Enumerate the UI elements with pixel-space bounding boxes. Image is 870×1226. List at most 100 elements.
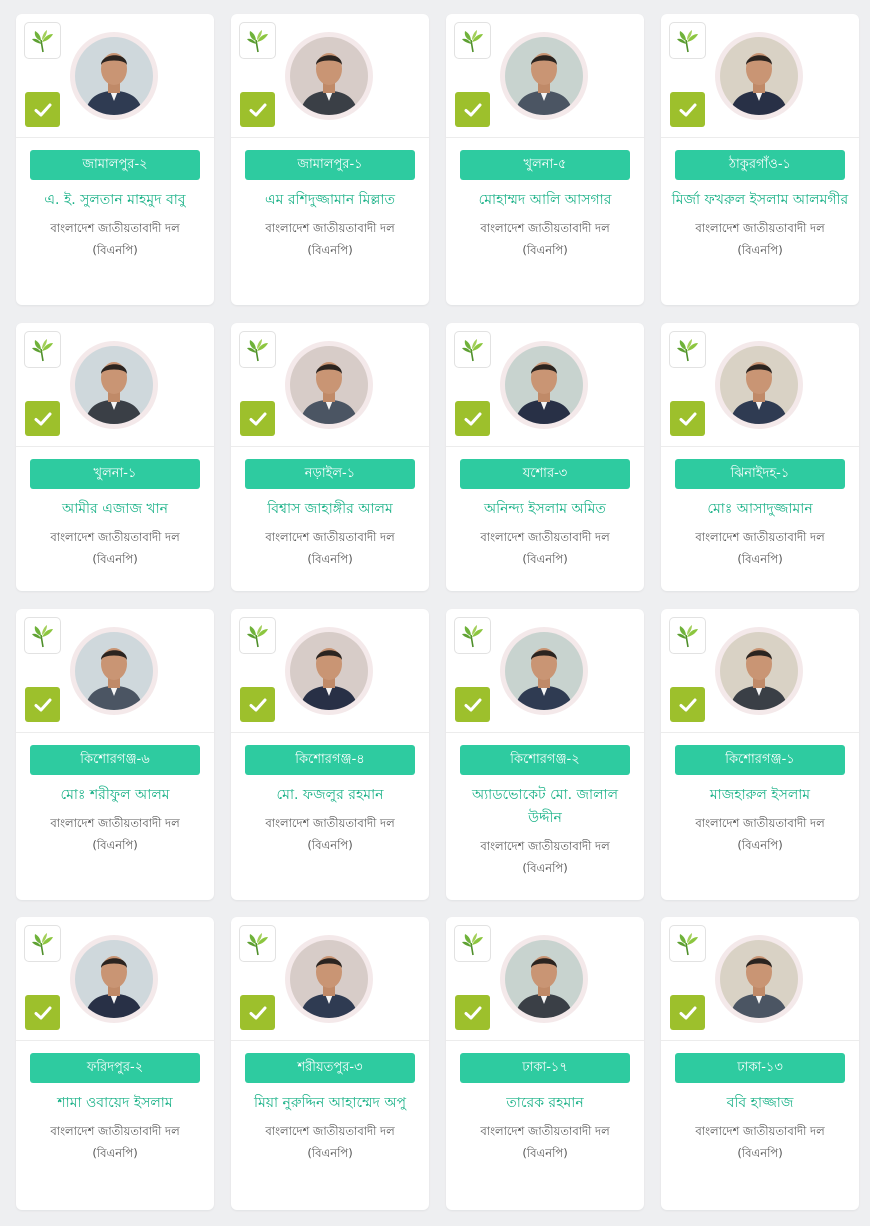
candidate-name[interactable]: অ্যাডভোকেট মো. জালাল উদ্দীন — [456, 784, 634, 830]
candidate-name[interactable]: মোঃ আসাদুজ্জামান — [671, 498, 849, 521]
constituency-label[interactable]: ঢাকা-১৭ — [460, 1053, 630, 1083]
candidate-card[interactable]: কিশোরগঞ্জ-১ মাজহারুল ইসলাম বাংলাদেশ জাতী… — [661, 609, 859, 900]
constituency-label[interactable]: কিশোরগঞ্জ-৬ — [30, 745, 200, 775]
candidate-name[interactable]: মোঃ শরীফুল আলম — [26, 784, 204, 807]
check-icon — [455, 92, 490, 127]
candidate-name[interactable]: মির্জা ফখরুল ইসলাম আলমগীর — [671, 189, 849, 212]
party-name: বাংলাদেশ জাতীয়তাবাদী দল (বিএনপি) — [695, 530, 825, 566]
constituency-label[interactable]: খুলনা-৫ — [460, 150, 630, 180]
party-name: বাংলাদেশ জাতীয়তাবাদী দল (বিএনপি) — [480, 1124, 610, 1160]
candidate-name[interactable]: তারেক রহমান — [456, 1092, 634, 1115]
candidate-card[interactable]: কিশোরগঞ্জ-৬ মোঃ শরীফুল আলম বাংলাদেশ জাতী… — [16, 609, 214, 900]
candidate-name[interactable]: মোহাম্মদ আলি আসগার — [456, 189, 634, 212]
check-icon — [670, 92, 705, 127]
candidate-card[interactable]: জামালপুর-১ এম রশিদুজ্জামান মিল্লাত বাংলা… — [231, 14, 429, 305]
paddy-sheaf-icon — [454, 22, 491, 59]
check-icon — [240, 401, 275, 436]
candidate-card[interactable]: কিশোরগঞ্জ-২ অ্যাডভোকেট মো. জালাল উদ্দীন … — [446, 609, 644, 900]
check-icon — [670, 995, 705, 1030]
candidate-card[interactable]: যশোর-৩ অনিন্দ্য ইসলাম অমিত বাংলাদেশ জাতী… — [446, 323, 644, 591]
candidate-photo — [715, 935, 803, 1023]
card-header — [231, 14, 429, 138]
candidate-name[interactable]: শামা ওবায়েদ ইসলাম — [26, 1092, 204, 1115]
candidate-photo — [715, 32, 803, 120]
constituency-label[interactable]: কিশোরগঞ্জ-৪ — [245, 745, 415, 775]
candidate-name[interactable]: মিয়া নুরুদ্দিন আহাম্মেদ অপু — [241, 1092, 419, 1115]
paddy-sheaf-icon — [239, 22, 276, 59]
candidate-card[interactable]: খুলনা-৫ মোহাম্মদ আলি আসগার বাংলাদেশ জাতী… — [446, 14, 644, 305]
candidate-card[interactable]: শরীয়তপুর-৩ মিয়া নুরুদ্দিন আহাম্মেদ অপু… — [231, 917, 429, 1210]
check-icon — [240, 687, 275, 722]
candidate-card[interactable]: ঢাকা-১৭ তারেক রহমান বাংলাদেশ জাতীয়তাবাদ… — [446, 917, 644, 1210]
candidate-photo — [715, 341, 803, 429]
candidate-card[interactable]: ফরিদপুর-২ শামা ওবায়েদ ইসলাম বাংলাদেশ জা… — [16, 917, 214, 1210]
paddy-sheaf-icon — [24, 925, 61, 962]
card-header — [231, 917, 429, 1041]
party-name: বাংলাদেশ জাতীয়তাবাদী দল (বিএনপি) — [695, 816, 825, 852]
check-icon — [25, 995, 60, 1030]
check-icon — [25, 401, 60, 436]
card-header — [16, 14, 214, 138]
constituency-label[interactable]: জামালপুর-২ — [30, 150, 200, 180]
constituency-label[interactable]: ঝিনাইদহ-১ — [675, 459, 845, 489]
check-icon — [670, 687, 705, 722]
candidate-name[interactable]: মো. ফজলুর রহমান — [241, 784, 419, 807]
candidate-card[interactable]: ঠাকুরগাঁও-১ মির্জা ফখরুল ইসলাম আলমগীর বা… — [661, 14, 859, 305]
candidate-photo — [500, 341, 588, 429]
paddy-sheaf-icon — [669, 925, 706, 962]
paddy-sheaf-icon — [669, 331, 706, 368]
paddy-sheaf-icon — [239, 331, 276, 368]
party-name: বাংলাদেশ জাতীয়তাবাদী দল (বিএনপি) — [50, 1124, 180, 1160]
constituency-label[interactable]: ফরিদপুর-২ — [30, 1053, 200, 1083]
paddy-sheaf-icon — [24, 331, 61, 368]
check-icon — [455, 687, 490, 722]
candidate-name[interactable]: ববি হাজ্জাজ — [671, 1092, 849, 1115]
paddy-sheaf-icon — [669, 617, 706, 654]
card-header — [16, 609, 214, 733]
candidate-photo — [70, 627, 158, 715]
candidate-card[interactable]: কিশোরগঞ্জ-৪ মো. ফজলুর রহমান বাংলাদেশ জাত… — [231, 609, 429, 900]
constituency-label[interactable]: ঢাকা-১৩ — [675, 1053, 845, 1083]
candidate-name[interactable]: আমীর এজাজ খান — [26, 498, 204, 521]
candidate-photo — [500, 935, 588, 1023]
constituency-label[interactable]: কিশোরগঞ্জ-১ — [675, 745, 845, 775]
candidate-name[interactable]: মাজহারুল ইসলাম — [671, 784, 849, 807]
candidate-card[interactable]: ঝিনাইদহ-১ মোঃ আসাদুজ্জামান বাংলাদেশ জাতী… — [661, 323, 859, 591]
constituency-label[interactable]: যশোর-৩ — [460, 459, 630, 489]
candidate-name[interactable]: এ. ই. সুলতান মাহমুদ বাবু — [26, 189, 204, 212]
card-header — [16, 917, 214, 1041]
card-header — [446, 14, 644, 138]
constituency-label[interactable]: খুলনা-১ — [30, 459, 200, 489]
candidate-photo — [500, 32, 588, 120]
card-header — [661, 323, 859, 447]
card-header — [661, 609, 859, 733]
paddy-sheaf-icon — [239, 925, 276, 962]
candidate-card[interactable]: খুলনা-১ আমীর এজাজ খান বাংলাদেশ জাতীয়তাব… — [16, 323, 214, 591]
candidate-card[interactable]: ঢাকা-১৩ ববি হাজ্জাজ বাংলাদেশ জাতীয়তাবাদ… — [661, 917, 859, 1210]
candidate-name[interactable]: এম রশিদুজ্জামান মিল্লাত — [241, 189, 419, 212]
constituency-label[interactable]: কিশোরগঞ্জ-২ — [460, 745, 630, 775]
party-name: বাংলাদেশ জাতীয়তাবাদী দল (বিএনপি) — [695, 1124, 825, 1160]
check-icon — [25, 687, 60, 722]
party-name: বাংলাদেশ জাতীয়তাবাদী দল (বিএনপি) — [265, 816, 395, 852]
card-header — [231, 609, 429, 733]
paddy-sheaf-icon — [454, 925, 491, 962]
candidate-name[interactable]: অনিন্দ্য ইসলাম অমিত — [456, 498, 634, 521]
candidate-card[interactable]: নড়াইল-১ বিশ্বাস জাহাঙ্গীর আলম বাংলাদেশ … — [231, 323, 429, 591]
paddy-sheaf-icon — [454, 331, 491, 368]
constituency-label[interactable]: শরীয়তপুর-৩ — [245, 1053, 415, 1083]
check-icon — [455, 401, 490, 436]
paddy-sheaf-icon — [239, 617, 276, 654]
card-header — [661, 14, 859, 138]
candidate-photo — [285, 32, 373, 120]
card-header — [231, 323, 429, 447]
constituency-label[interactable]: নড়াইল-১ — [245, 459, 415, 489]
constituency-label[interactable]: জামালপুর-১ — [245, 150, 415, 180]
constituency-label[interactable]: ঠাকুরগাঁও-১ — [675, 150, 845, 180]
candidate-name[interactable]: বিশ্বাস জাহাঙ্গীর আলম — [241, 498, 419, 521]
party-name: বাংলাদেশ জাতীয়তাবাদী দল (বিএনপি) — [265, 221, 395, 257]
candidate-card[interactable]: জামালপুর-২ এ. ই. সুলতান মাহমুদ বাবু বাংল… — [16, 14, 214, 305]
party-name: বাংলাদেশ জাতীয়তাবাদী দল (বিএনপি) — [265, 530, 395, 566]
check-icon — [240, 92, 275, 127]
candidate-photo — [70, 32, 158, 120]
